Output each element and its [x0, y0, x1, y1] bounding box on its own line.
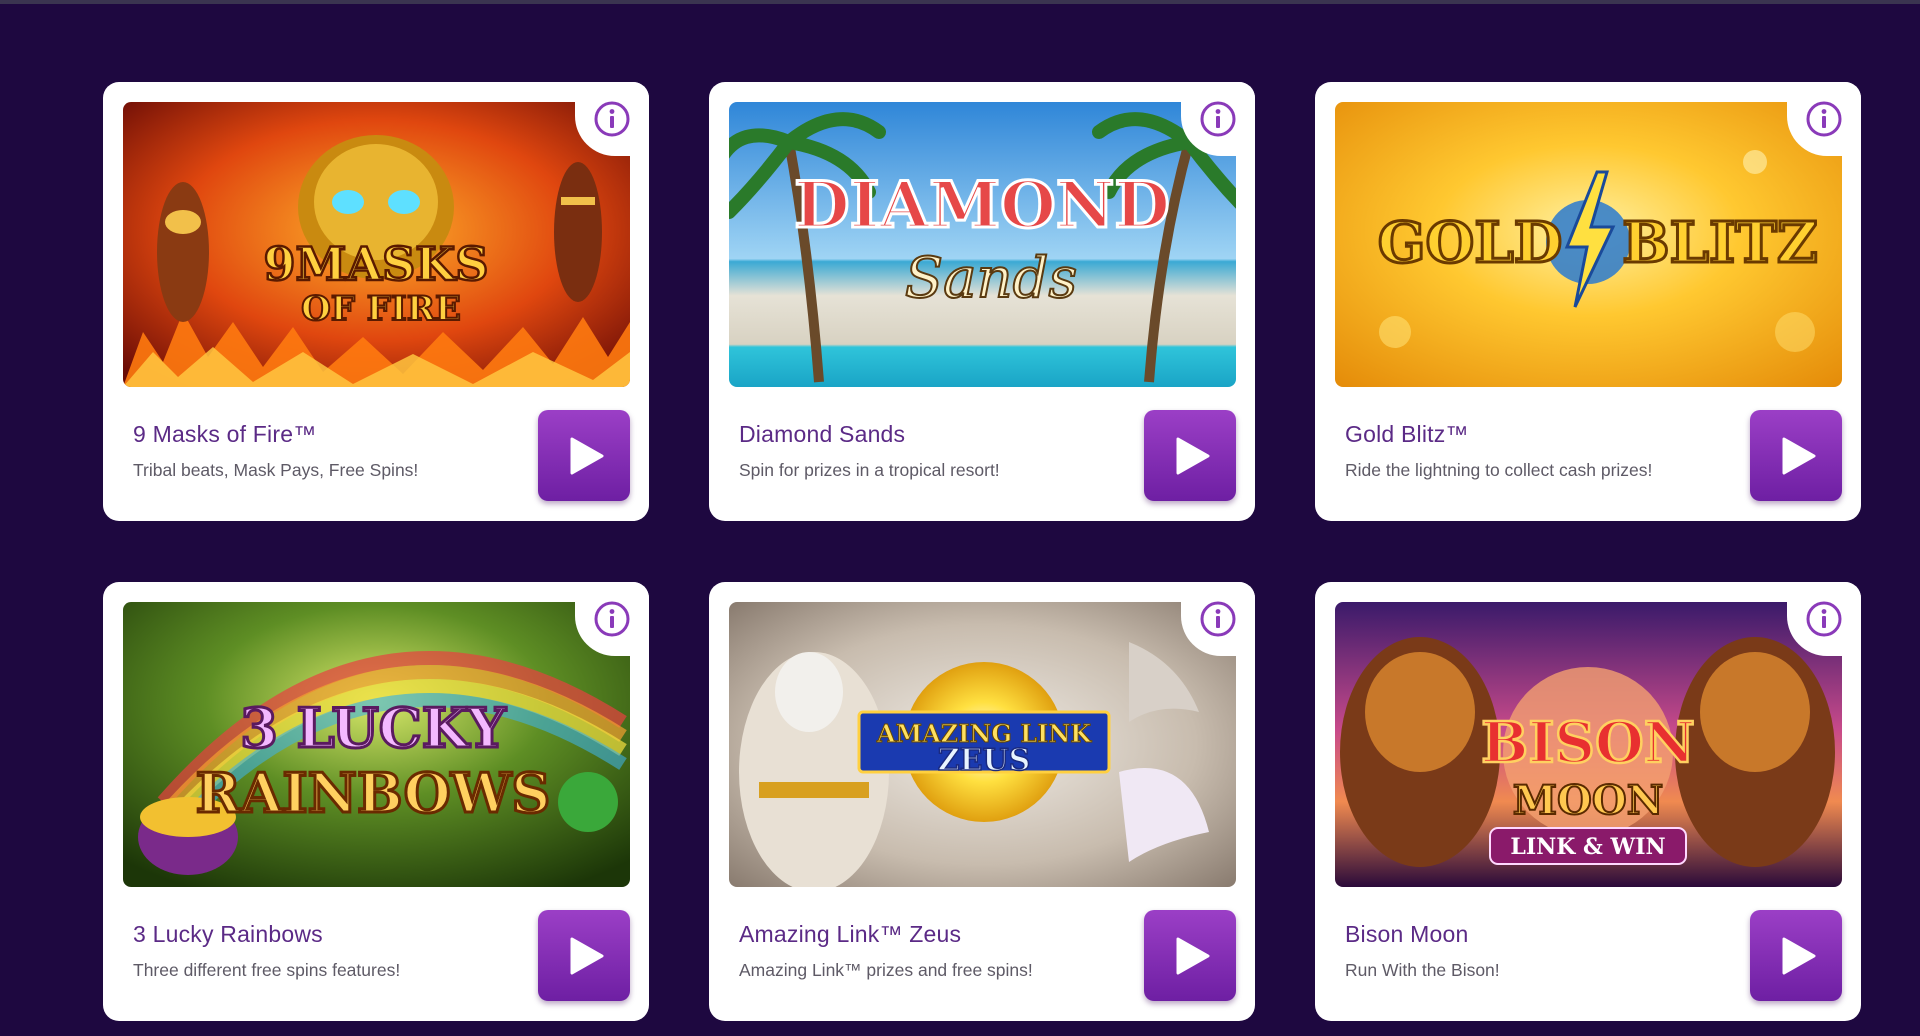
game-description: Three different free spins features! [133, 960, 401, 980]
art-title-line2: OF FIRE [301, 289, 461, 329]
art-title-line2: RAINBOWS [196, 761, 551, 825]
game-title: Amazing Link™ Zeus [739, 921, 962, 947]
art-title-line1: 3 LUCKY [240, 696, 507, 760]
info-icon [1200, 101, 1236, 137]
game-title: Gold Blitz™ [1345, 421, 1469, 447]
game-artwork-gold-blitz: GOLD BLITZ [1335, 102, 1842, 387]
game-thumbnail[interactable]: BISON MOON LINK & WIN [1335, 602, 1842, 887]
play-button[interactable] [538, 910, 630, 1001]
play-icon [1176, 937, 1210, 974]
game-card-bison-moon[interactable]: BISON MOON LINK & WIN Bison Moon Run Wit… [1315, 582, 1861, 1021]
art-title-line2: ZEUS [938, 743, 1031, 778]
info-icon [594, 101, 630, 137]
play-icon [570, 437, 604, 474]
play-button[interactable] [1750, 410, 1842, 501]
play-button[interactable] [1750, 910, 1842, 1001]
game-description: Spin for prizes in a tropical resort! [739, 460, 1000, 480]
game-artwork-bison-moon: BISON MOON LINK & WIN [1335, 602, 1842, 887]
play-button[interactable] [1144, 410, 1236, 501]
game-description: Ride the lightning to collect cash prize… [1345, 460, 1653, 480]
art-title-line1: 9MASKS [263, 237, 488, 291]
info-icon [594, 601, 630, 637]
game-artwork-9-masks-of-fire: 9MASKS OF FIRE [123, 102, 630, 387]
play-icon [1782, 937, 1816, 974]
info-icon [1806, 101, 1842, 137]
game-grid: 9MASKS OF FIRE 9 Masks of Fire™ Tribal b… [103, 82, 1861, 1021]
game-thumbnail[interactable]: 9MASKS OF FIRE [123, 102, 630, 387]
game-thumbnail[interactable]: 3 LUCKY RAINBOWS [123, 602, 630, 887]
top-border [0, 0, 1920, 4]
game-artwork-3-lucky-rainbows: 3 LUCKY RAINBOWS [123, 602, 630, 887]
play-icon [570, 937, 604, 974]
game-title: 9 Masks of Fire™ [133, 421, 317, 447]
game-description: Tribal beats, Mask Pays, Free Spins! [133, 460, 419, 480]
game-title: 3 Lucky Rainbows [133, 921, 323, 947]
art-title-line2: BLITZ [1622, 210, 1817, 276]
game-thumbnail[interactable]: GOLD BLITZ [1335, 102, 1842, 387]
game-description: Run With the Bison! [1345, 960, 1500, 980]
game-card-9-masks-of-fire[interactable]: 9MASKS OF FIRE 9 Masks of Fire™ Tribal b… [103, 82, 649, 521]
game-card-diamond-sands[interactable]: DIAMOND Sands Diamond Sands Spin for pri… [709, 82, 1255, 521]
game-card-3-lucky-rainbows[interactable]: 3 LUCKY RAINBOWS 3 Lucky Rainbows Three … [103, 582, 649, 1021]
game-thumbnail[interactable]: AMAZING LINK ZEUS [729, 602, 1236, 887]
game-thumbnail[interactable]: DIAMOND Sands [729, 102, 1236, 387]
game-title: Bison Moon [1345, 921, 1469, 947]
game-description: Amazing Link™ prizes and free spins! [739, 960, 1033, 980]
art-title-line1: GOLD [1378, 210, 1563, 276]
play-button[interactable] [1144, 910, 1236, 1001]
play-icon [1176, 437, 1210, 474]
game-card-gold-blitz[interactable]: GOLD BLITZ Gold Blitz™ Ride the lightnin… [1315, 82, 1861, 521]
art-title-line3: LINK & WIN [1510, 834, 1665, 860]
art-title-line1: BISON [1481, 710, 1695, 776]
play-button[interactable] [538, 410, 630, 501]
info-icon [1806, 601, 1842, 637]
game-title: Diamond Sands [739, 421, 906, 447]
game-artwork-amazing-link-zeus: AMAZING LINK ZEUS [729, 602, 1236, 887]
art-title-line2: MOON [1513, 777, 1664, 824]
art-title-line2: Sands [905, 246, 1077, 311]
play-icon [1782, 437, 1816, 474]
info-icon [1200, 601, 1236, 637]
game-card-amazing-link-zeus[interactable]: AMAZING LINK ZEUS Amazing Link™ Zeus Ama… [709, 582, 1255, 1021]
game-artwork-diamond-sands: DIAMOND Sands [729, 102, 1236, 387]
art-title-line1: DIAMOND [794, 168, 1170, 243]
